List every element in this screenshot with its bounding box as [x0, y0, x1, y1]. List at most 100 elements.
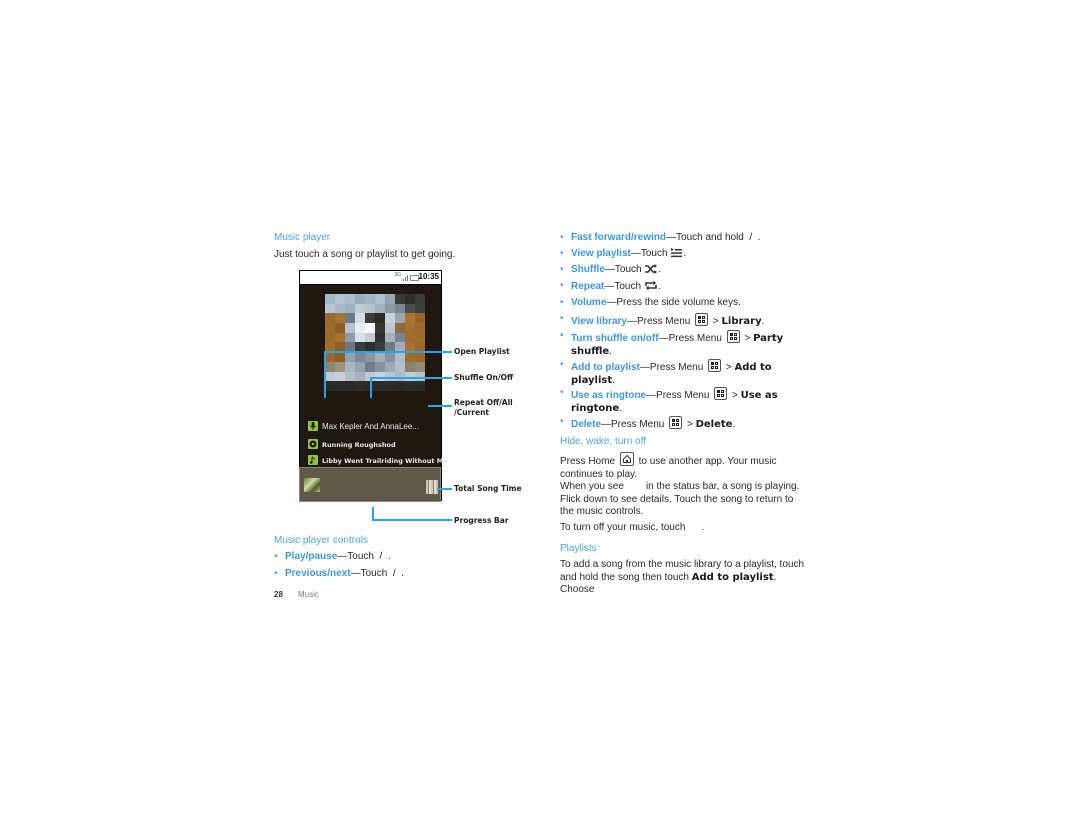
- tail: .: [609, 345, 612, 357]
- album-art-pixel: [415, 303, 425, 314]
- ui-label-2: ringtone: [571, 402, 620, 414]
- album-art-pixel: [355, 352, 365, 362]
- album-art-pixel: [395, 332, 405, 343]
- album-art-pixel: [325, 303, 335, 314]
- tail: .: [683, 248, 687, 259]
- bullet-delete: Delete—Press Menu > Delete.: [560, 416, 735, 432]
- bullet-shuffle: Shuffle—Touch .: [560, 264, 661, 279]
- section-heading-player-controls: Music player controls: [274, 535, 368, 546]
- album-art-pixel: [325, 371, 335, 382]
- text: to use another app. Your music: [638, 456, 777, 467]
- signal-icon: [403, 275, 408, 281]
- album-art-pixel: [325, 381, 335, 391]
- album-art-pixel: [335, 361, 345, 372]
- album-art-pixel: [385, 332, 395, 343]
- term-previous-next: Previous/next: [285, 568, 351, 579]
- album-art-pixel: [345, 323, 355, 333]
- callout-line-total-time: [437, 488, 452, 490]
- album-art-pixel: [355, 323, 365, 333]
- album-art-pixel: [375, 352, 385, 362]
- tail: .: [612, 374, 615, 386]
- callout-repeat: Repeat Off/All: [454, 398, 513, 407]
- gt: >: [725, 362, 732, 373]
- album-art-pixel: [375, 313, 385, 324]
- bullet-add-to-playlist: Add to playlist—Press Menu > Add to playl…: [560, 359, 811, 387]
- album-art-pixel: [395, 294, 405, 304]
- album-art-pixel: [395, 323, 405, 333]
- track-song-label: Libby Went Trailriding Without Me: [322, 457, 448, 465]
- gt: >: [686, 419, 693, 430]
- text: —Touch: [604, 264, 642, 275]
- album-art-pixel: [355, 294, 365, 304]
- album-art-pixel: [395, 352, 405, 362]
- text: .: [701, 522, 705, 533]
- playlists-paragraph: To add a song from the music library to …: [560, 559, 810, 597]
- bullet-repeat: Repeat—Touch .: [560, 280, 661, 296]
- album-art-pixel: [355, 371, 365, 382]
- ui-label: Use as: [740, 390, 778, 401]
- ui-label: Add to playlist: [691, 571, 774, 583]
- intro-text: Just touch a song or playlist to get goi…: [274, 249, 456, 260]
- term: Volume: [571, 297, 607, 308]
- tail: .: [657, 281, 661, 292]
- album-art-pixel: [365, 313, 375, 324]
- bullet-use-as-ringtone: Use as ringtone—Press Menu > Use as ringt…: [560, 387, 811, 415]
- album-art-pixel: [335, 313, 345, 324]
- track-song-row[interactable]: Libby Went Trailriding Without Me: [308, 455, 448, 465]
- text: —Press Menu: [646, 390, 710, 401]
- bullet-view-playlist: View playlist—Touch .: [560, 248, 686, 263]
- text: the music controls.: [560, 506, 644, 517]
- menu-key-icon: [714, 387, 728, 400]
- text: —Press Menu: [601, 419, 665, 430]
- control-play-pause: Play/pause—Touch / .: [274, 551, 391, 564]
- menu-key-icon: [708, 359, 722, 372]
- album-art-pixel: [345, 352, 355, 362]
- progress-bar[interactable]: [299, 467, 441, 502]
- album-art-pixel: [325, 313, 335, 324]
- track-album-row[interactable]: Running Roughshod: [308, 439, 396, 449]
- album-art-pixel: [335, 294, 345, 304]
- album-art-pixel: [405, 303, 415, 314]
- album-art-pixel: [345, 361, 355, 372]
- page-number: 28: [274, 590, 283, 599]
- text: —Touch and hold: [666, 232, 744, 243]
- track-artist-row[interactable]: Max Kepler And AnnaLee...: [308, 421, 419, 431]
- album-art-pixel: [325, 352, 335, 362]
- album-art-pixel: [365, 303, 375, 314]
- control-tail: / .: [373, 551, 391, 562]
- album-art-pixel: [375, 381, 385, 391]
- text: —Touch: [630, 248, 668, 259]
- text: —Press Menu: [658, 333, 722, 344]
- callout-line-open-playlist: [324, 351, 452, 353]
- ui-label: Party: [753, 333, 784, 344]
- album-art-pixel: [345, 303, 355, 314]
- callout-line-shuffle: [370, 377, 452, 379]
- callout-line-shuffle-vertical: [370, 377, 372, 398]
- text: Flick down to see details. Touch the son…: [560, 493, 794, 505]
- artist-icon: [308, 421, 318, 431]
- section-heading-music-player: Music player: [274, 232, 331, 243]
- callout-repeat-2: /Current: [454, 408, 489, 417]
- album-art-pixel: [405, 313, 415, 324]
- album-art-pixel: [335, 381, 345, 391]
- text: —Press Menu: [639, 362, 704, 373]
- album-art-pixel: [395, 303, 405, 314]
- album-art-pixel: [325, 361, 335, 372]
- text: —Press the side volume keys.: [606, 297, 741, 308]
- album-art-pixel: [395, 361, 405, 372]
- term: Repeat: [571, 281, 605, 292]
- callout-open-playlist: Open Playlist: [454, 347, 510, 356]
- text: To turn off your music, touch: [560, 522, 686, 533]
- gt: >: [744, 333, 751, 344]
- album-art-pixel: [355, 332, 365, 343]
- album-art-pixel: [325, 332, 335, 343]
- album-art-pixel: [385, 381, 395, 391]
- text: continues to play.: [560, 468, 638, 480]
- album-art-pixel: [365, 323, 375, 333]
- text: When you see: [560, 481, 624, 492]
- hide-paragraph-2: When you see in the status bar, a song is…: [560, 481, 810, 519]
- section-heading-playlists: Playlists: [560, 543, 597, 554]
- album-art-pixel: [345, 332, 355, 343]
- repeat-icon: [645, 280, 657, 296]
- term: View library: [571, 316, 627, 327]
